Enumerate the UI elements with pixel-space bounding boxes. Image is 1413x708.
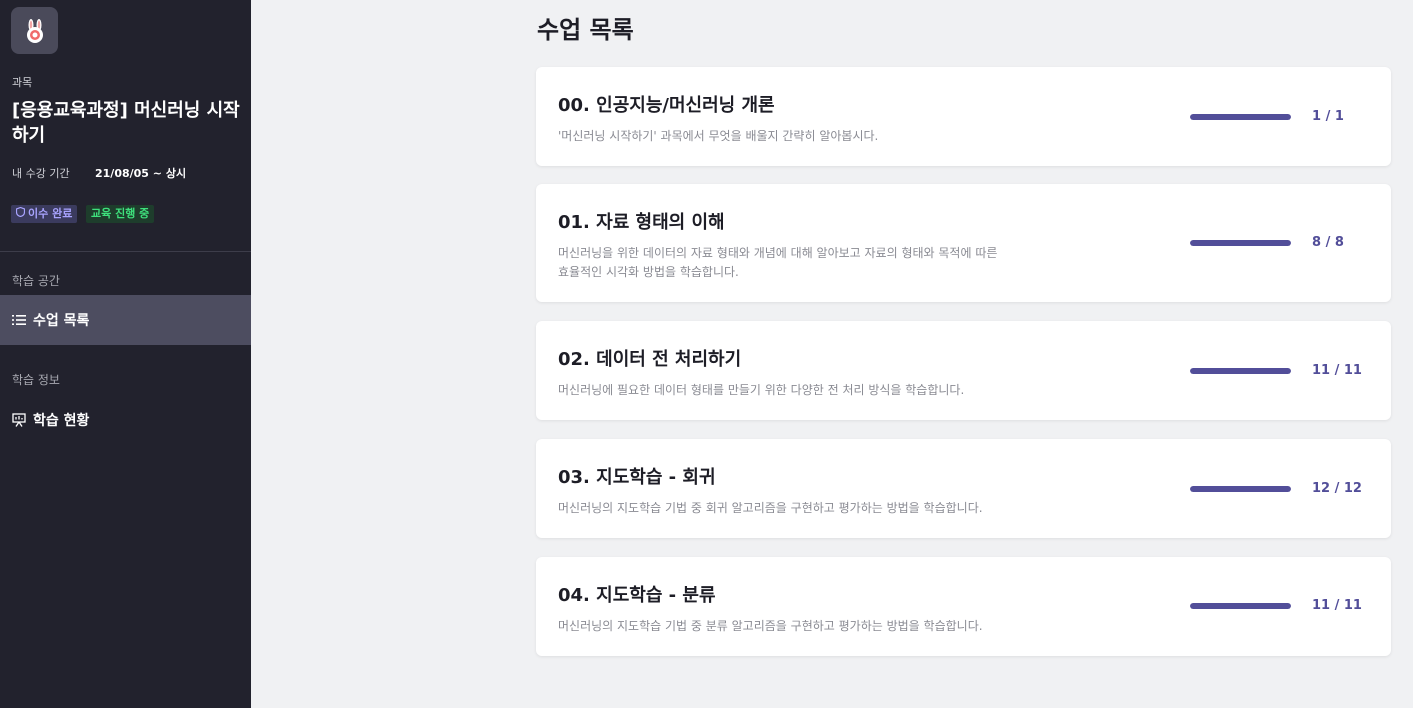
course-title: [응용교육과정] 머신러닝 시작하기 (12, 100, 240, 146)
sidebar-divider (0, 251, 251, 252)
lesson-progress-count: 11 / 11 (1312, 363, 1362, 378)
sidebar-item-label: 수업 목록 (33, 313, 90, 329)
sidebar: 과목 [응용교육과정] 머신러닝 시작하기 내 수강 기간 21/08/05 ~… (0, 0, 251, 708)
lesson-title: 03. 지도학습 - 회귀 (558, 467, 716, 488)
lesson-progress-bar (1190, 114, 1291, 120)
lesson-progress-count: 1 / 1 (1312, 109, 1344, 124)
section-label-learning-space: 학습 공간 (12, 274, 60, 288)
rabbit-logo-icon[interactable] (11, 7, 58, 54)
period-value: 21/08/05 ~ 상시 (95, 167, 187, 180)
shield-icon (15, 205, 26, 223)
lesson-description: '머신러닝 시작하기' 과목에서 무엇을 배울지 간략히 알아봅시다. (558, 129, 879, 143)
badge-progress-label: 교육 진행 중 (91, 207, 150, 220)
lesson-progress-count: 11 / 11 (1312, 598, 1362, 613)
lesson-card-4[interactable]: 04. 지도학습 - 분류 머신러닝의 지도학습 기법 중 분류 알고리즘을 구… (536, 557, 1391, 656)
lesson-card-2[interactable]: 02. 데이터 전 처리하기 머신러닝에 필요한 데이터 형태를 만들기 위한 … (536, 321, 1391, 420)
sidebar-item-label: 학습 현황 (33, 413, 90, 429)
status-badge-complete: 이수 완료 (11, 205, 78, 223)
lesson-title: 01. 자료 형태의 이해 (558, 212, 725, 233)
lesson-description: 머신러닝의 지도학습 기법 중 분류 알고리즘을 구현하고 평가하는 방법을 학… (558, 619, 983, 633)
lesson-description: 머신러닝을 위한 데이터의 자료 형태와 개념에 대해 알아보고 자료의 형태와… (558, 246, 998, 279)
sidebar-item-lesson-list[interactable]: 수업 목록 (0, 295, 251, 345)
lesson-progress-bar (1190, 603, 1291, 609)
course-label: 과목 (12, 76, 33, 89)
lesson-progress-fill (1190, 368, 1291, 374)
status-badge-in-progress: 교육 진행 중 (86, 205, 155, 223)
period-label: 내 수강 기간 (12, 167, 70, 180)
lesson-progress-fill (1190, 486, 1291, 492)
list-icon (11, 313, 26, 328)
lesson-progress-fill (1190, 114, 1291, 120)
lesson-progress-bar (1190, 240, 1291, 246)
lesson-card-0[interactable]: 00. 인공지능/머신러닝 개론 '머신러닝 시작하기' 과목에서 무엇을 배울… (536, 67, 1391, 166)
page-title: 수업 목록 (537, 16, 634, 44)
lesson-card-3[interactable]: 03. 지도학습 - 회귀 머신러닝의 지도학습 기법 중 회귀 알고리즘을 구… (536, 439, 1391, 538)
badge-complete-label: 이수 완료 (28, 207, 73, 220)
lesson-card-1[interactable]: 01. 자료 형태의 이해 머신러닝을 위한 데이터의 자료 형태와 개념에 대… (536, 184, 1391, 302)
lesson-description: 머신러닝에 필요한 데이터 형태를 만들기 위한 다양한 전 처리 방식을 학습… (558, 383, 965, 397)
lesson-title: 04. 지도학습 - 분류 (558, 585, 716, 606)
lesson-description: 머신러닝의 지도학습 기법 중 회귀 알고리즘을 구현하고 평가하는 방법을 학… (558, 501, 983, 515)
lesson-progress-bar (1190, 486, 1291, 492)
section-label-learning-info: 학습 정보 (12, 373, 60, 387)
lesson-progress-fill (1190, 603, 1291, 609)
lesson-progress-bar (1190, 368, 1291, 374)
lesson-progress-fill (1190, 240, 1291, 246)
presentation-icon (11, 413, 26, 428)
lesson-progress-count: 8 / 8 (1312, 235, 1344, 250)
lesson-title: 02. 데이터 전 처리하기 (558, 349, 742, 370)
sidebar-item-learning-status[interactable]: 학습 현황 (0, 395, 251, 445)
lesson-progress-count: 12 / 12 (1312, 481, 1362, 496)
lesson-title: 00. 인공지능/머신러닝 개론 (558, 95, 775, 116)
